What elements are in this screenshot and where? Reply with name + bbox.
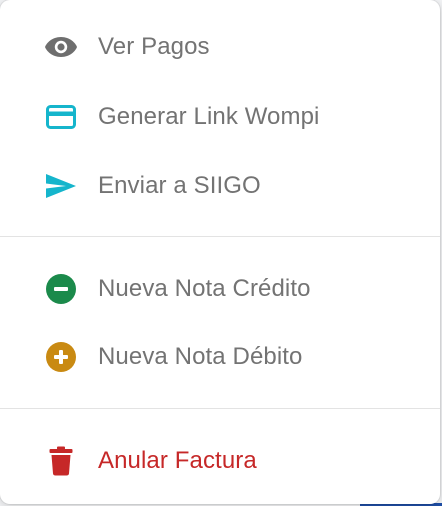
menu-item-anular-factura[interactable]: Anular Factura: [0, 430, 440, 492]
menu-item-nueva-nota-debito[interactable]: Nueva Nota Débito: [0, 326, 440, 388]
menu-item-label: Enviar a SIIGO: [98, 172, 261, 199]
menu-item-ver-pagos[interactable]: Ver Pagos: [0, 16, 440, 78]
page: Ver Pagos Generar Link Wompi Enviar a SI…: [0, 0, 442, 506]
menu-item-generar-link-wompi[interactable]: Generar Link Wompi: [0, 86, 440, 148]
trash-icon: [44, 444, 78, 478]
menu-item-enviar-siigo[interactable]: Enviar a SIIGO: [0, 155, 440, 217]
menu-item-label: Anular Factura: [98, 447, 257, 474]
minus-circle-icon: [44, 272, 78, 306]
menu-item-label: Nueva Nota Crédito: [98, 275, 311, 302]
send-icon: [44, 169, 78, 203]
menu-item-label: Nueva Nota Débito: [98, 343, 303, 370]
menu-divider: [0, 236, 440, 237]
menu-item-label: Ver Pagos: [98, 33, 210, 60]
plus-circle-icon: [44, 340, 78, 374]
menu-divider: [0, 408, 440, 409]
menu-item-nueva-nota-credito[interactable]: Nueva Nota Crédito: [0, 258, 440, 320]
actions-menu: Ver Pagos Generar Link Wompi Enviar a SI…: [0, 0, 440, 504]
eye-icon: [44, 30, 78, 64]
credit-card-icon: [44, 100, 78, 134]
menu-item-label: Generar Link Wompi: [98, 103, 320, 130]
